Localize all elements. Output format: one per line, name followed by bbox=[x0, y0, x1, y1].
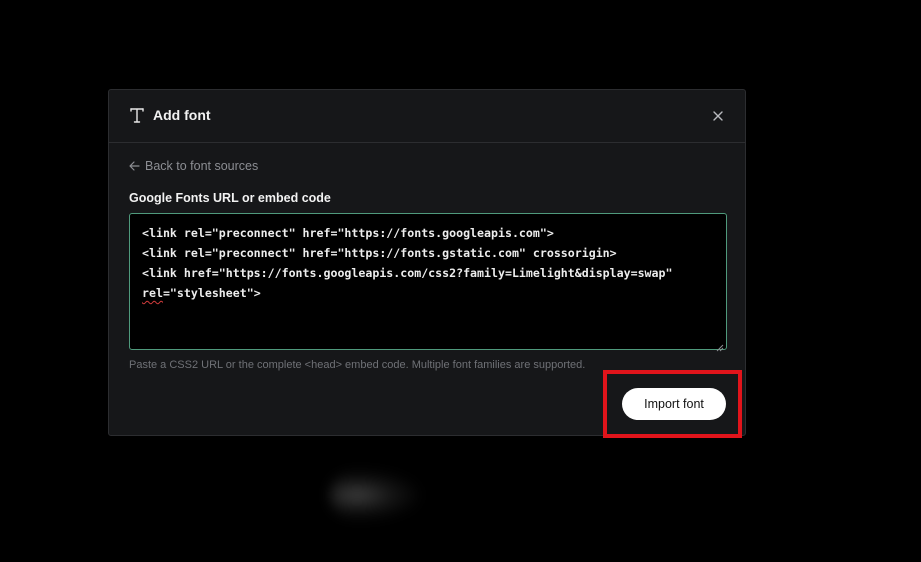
embed-code-label: Google Fonts URL or embed code bbox=[129, 191, 331, 205]
code-line: <link rel="preconnect" href="https://fon… bbox=[142, 226, 554, 240]
code-line: <link rel="preconnect" href="https://fon… bbox=[142, 246, 617, 260]
resize-handle-icon[interactable] bbox=[716, 339, 724, 352]
type-icon bbox=[129, 106, 145, 124]
embed-code-textarea[interactable]: <link rel="preconnect" href="https://fon… bbox=[129, 213, 727, 352]
code-line: <link href="https://fonts.googleapis.com… bbox=[142, 266, 673, 280]
import-font-button[interactable]: Import font bbox=[622, 388, 726, 420]
close-icon bbox=[713, 111, 723, 121]
code-fragment: ="stylesheet"> bbox=[162, 286, 261, 300]
spellcheck-underlined-word: rel bbox=[142, 286, 163, 300]
add-font-dialog: Add font Back to font sources Google Fon… bbox=[108, 89, 746, 436]
arrow-left-icon bbox=[129, 161, 140, 171]
back-link-label: Back to font sources bbox=[145, 159, 259, 173]
dialog-title: Add font bbox=[153, 107, 211, 123]
code-line: rel="stylesheet"> bbox=[142, 283, 714, 303]
dialog-header: Add font bbox=[109, 90, 745, 143]
back-to-font-sources-link[interactable]: Back to font sources bbox=[129, 159, 258, 173]
blurred-background-element bbox=[330, 470, 420, 520]
helper-text: Paste a CSS2 URL or the complete <head> … bbox=[129, 359, 586, 371]
close-button[interactable] bbox=[709, 107, 727, 125]
